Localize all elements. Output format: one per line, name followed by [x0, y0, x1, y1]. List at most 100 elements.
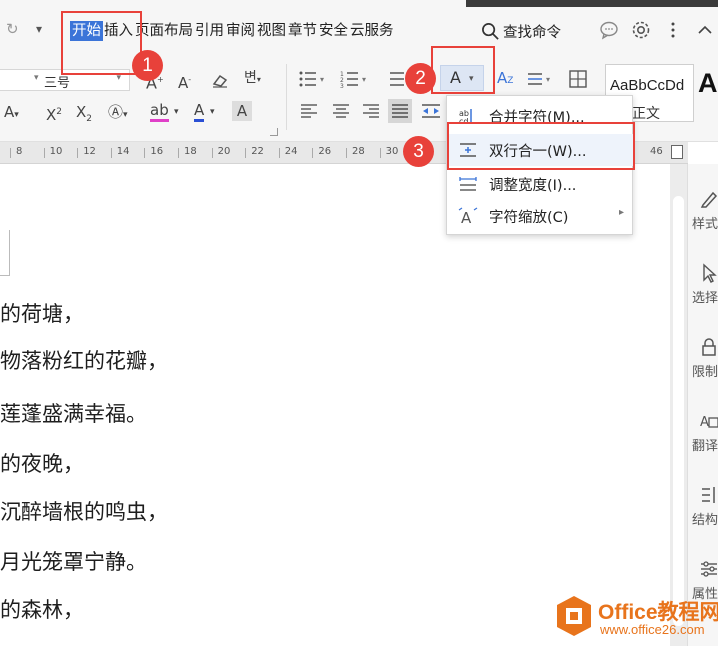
document-line[interactable]: 的荷塘，	[0, 298, 84, 328]
tab-page-layout[interactable]: 页面布局	[134, 21, 194, 41]
tab-review[interactable]: 审阅	[225, 21, 256, 41]
ruler-mark	[10, 148, 11, 158]
sliders-icon	[701, 561, 717, 577]
annotation-box-two-lines-in-one	[447, 122, 635, 170]
search-icon	[482, 23, 499, 40]
quick-access-dropdown-icon[interactable]: ▾	[36, 22, 42, 36]
watermark-url: www.office26.com	[600, 622, 705, 637]
font-name-dropdown-icon: ▾	[34, 73, 39, 83]
ruler-tick: 20	[217, 146, 231, 157]
menu-item-label: 字符缩放(C)	[489, 210, 569, 226]
decrease-indent-icon[interactable]	[384, 70, 406, 88]
ruler-mark	[346, 148, 347, 158]
ruler-mark	[110, 148, 112, 158]
ruler-tick: 28	[352, 146, 365, 157]
font-color-icon[interactable]: A	[194, 102, 205, 122]
ruler-tick: 10	[49, 146, 63, 157]
gear-icon[interactable]	[630, 19, 652, 41]
text-effect-icon[interactable]: A▾	[4, 102, 19, 125]
distributed-align-icon[interactable]	[420, 101, 442, 121]
phonetic-guide-icon[interactable]: 변▾	[244, 68, 261, 90]
ruler-mark	[178, 148, 179, 158]
svg-text:A: A	[461, 209, 472, 225]
sidebar-item-label: 样式	[692, 217, 718, 232]
vertical-scrollbar[interactable]	[670, 164, 687, 646]
ruler-tick: 16	[150, 146, 164, 157]
ruler-toggle-icon[interactable]	[671, 145, 683, 159]
document-line[interactable]: 的夜晚，	[0, 448, 84, 478]
highlight-dropdown-icon[interactable]: ▾	[174, 102, 179, 122]
document-line[interactable]: 物落粉红的花瓣，	[0, 345, 168, 375]
annotation-badge: 3	[403, 136, 434, 167]
bullet-list-icon[interactable]: ▾	[298, 70, 328, 88]
font-color-dropdown-icon[interactable]: ▾	[210, 102, 215, 122]
ruler-mark	[211, 148, 213, 158]
align-left-icon[interactable]	[300, 103, 318, 119]
menu-item-adjust-width[interactable]: 调整宽度(I)...	[447, 168, 634, 200]
lock-icon	[702, 338, 716, 356]
more-options-icon[interactable]	[662, 19, 684, 41]
title-strip	[466, 0, 718, 7]
char-scale-icon: A	[458, 207, 478, 225]
search-command[interactable]: 查找命令	[481, 21, 561, 42]
sidebar-item-translate[interactable]: A 翻译	[692, 410, 718, 454]
font-dialog-launcher-icon[interactable]	[270, 128, 278, 136]
align-right-icon[interactable]	[362, 103, 380, 119]
ruler-mark	[312, 148, 314, 158]
tab-references[interactable]: 引用	[194, 21, 225, 41]
subscript-icon[interactable]: X2	[76, 102, 92, 129]
sort-icon[interactable]: AZ	[497, 68, 513, 91]
ruler-mark	[77, 148, 79, 158]
watermark: Office教程网 www.office26.com	[548, 592, 718, 646]
text-outline-icon[interactable]: Ⓐ▾	[108, 102, 128, 125]
search-command-label: 查找命令	[503, 25, 561, 41]
sidebar-item-restrict[interactable]: 限制	[692, 336, 718, 380]
ruler-tick: 18	[184, 146, 197, 157]
line-spacing-icon[interactable]: ▾	[526, 70, 554, 88]
adjust-width-icon	[459, 177, 477, 191]
ruler-mark	[278, 148, 280, 158]
sidebar-item-label: 翻译	[692, 439, 718, 454]
table-icon[interactable]	[568, 69, 588, 89]
sidebar-item-styles[interactable]: 样式	[692, 188, 718, 232]
char-shading-icon[interactable]: A	[232, 101, 252, 121]
tab-section[interactable]: 章节	[287, 21, 318, 41]
scrollbar-thumb[interactable]	[673, 196, 684, 626]
style-preview: AaBbCcDd	[610, 77, 685, 94]
document-line[interactable]: 月光笼罩宁静。	[0, 546, 147, 576]
superscript-icon[interactable]: X2	[46, 102, 62, 125]
sidebar-item-select[interactable]: 选择	[692, 262, 718, 306]
align-center-icon[interactable]	[332, 103, 350, 119]
sidebar-item-structure[interactable]: 结构	[692, 484, 718, 528]
highlight-color-icon[interactable]: ab	[150, 102, 169, 122]
style-name: 正文	[632, 106, 660, 122]
ruler-mark	[43, 148, 45, 158]
annotation-badge: 1	[132, 50, 163, 81]
shrink-font-icon[interactable]: A-	[178, 70, 191, 93]
page-margin-marker	[0, 230, 10, 276]
annotation-box-home-tab	[61, 11, 142, 75]
tab-security[interactable]: 安全	[318, 21, 349, 41]
submenu-arrow-icon: ▸	[618, 207, 624, 218]
comment-icon[interactable]	[598, 19, 620, 41]
tab-view[interactable]: 视图	[256, 21, 287, 41]
ruler-tick: 8	[16, 146, 23, 157]
cursor-icon	[703, 263, 717, 283]
ribbon-divider	[286, 64, 287, 130]
svg-text:▾: ▾	[362, 75, 366, 84]
numbered-list-icon[interactable]: 123▾	[340, 70, 370, 88]
style-heading-preview[interactable]: A	[698, 68, 718, 99]
document-line[interactable]: 沉醉墙根的鸣虫，	[0, 496, 168, 526]
sidebar-item-label: 选择	[692, 291, 718, 306]
menu-item-label: 调整宽度(I)...	[489, 178, 577, 194]
document-line[interactable]: 莲蓬盛满幸福。	[0, 398, 147, 428]
menu-item-char-scale[interactable]: A 字符缩放(C) ▸	[447, 200, 634, 232]
justify-button[interactable]	[388, 99, 412, 123]
svg-text:▾: ▾	[320, 75, 324, 84]
document-line[interactable]: 的森林，	[0, 594, 84, 624]
redo-icon[interactable]: ↻	[6, 20, 19, 38]
clear-format-icon[interactable]	[210, 70, 230, 90]
collapse-ribbon-icon[interactable]	[694, 19, 716, 41]
ruler-mark	[379, 148, 381, 158]
tab-cloud-service[interactable]: 云服务	[349, 21, 395, 41]
